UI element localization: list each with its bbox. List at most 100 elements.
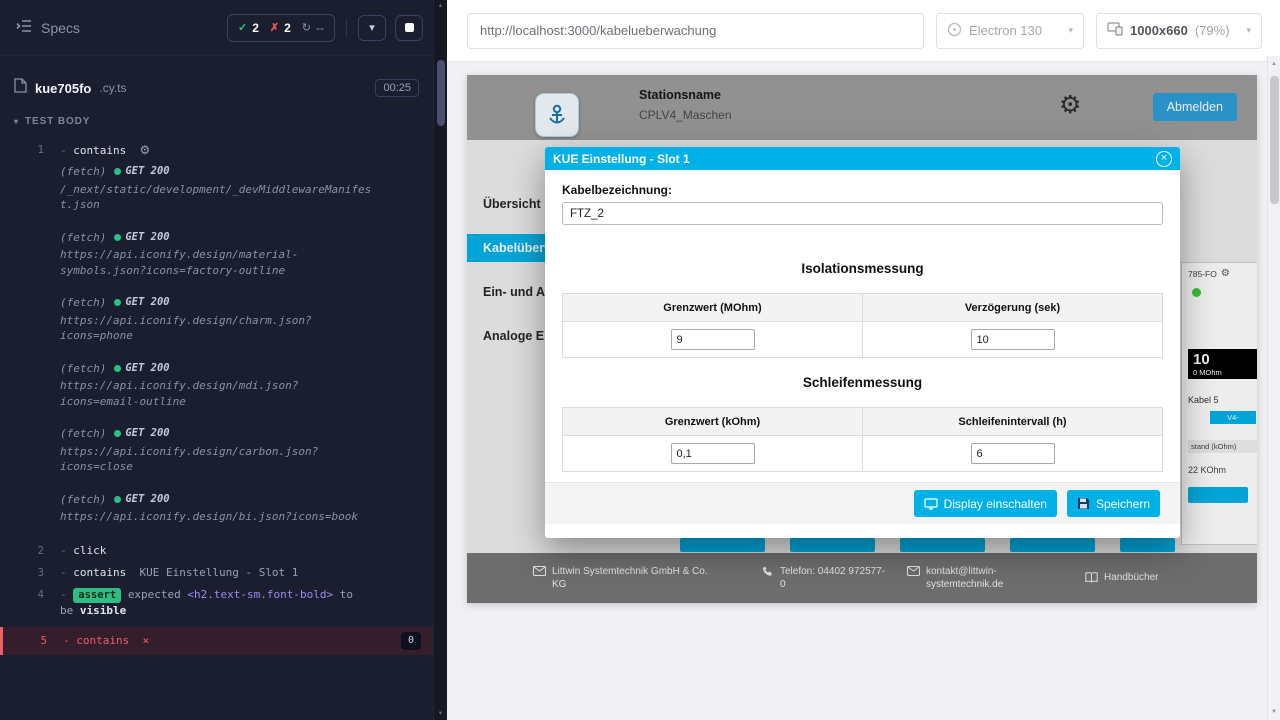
fetch-log-1[interactable]: (fetch)GET 200 /_next/static/development… [0, 162, 433, 228]
command-contains-failed[interactable]: 5 - contains × 0 [0, 627, 433, 655]
status-dot [114, 430, 121, 437]
speichern-button[interactable]: Speichern [1067, 490, 1160, 517]
fetch-url: https://api.iconify.design/charm.json?ic… [60, 313, 372, 344]
scroll-up-icon[interactable]: ▲ [434, 3, 447, 9]
specs-icon [16, 19, 32, 36]
specs-nav-button[interactable]: Specs [16, 19, 80, 36]
schleifenmessung-title: Schleifenmessung [562, 375, 1163, 390]
test-body-toggle[interactable]: ▾ TEST BODY [0, 108, 433, 134]
stat-passed: ✓2 [238, 21, 259, 35]
passed-count: 2 [252, 21, 259, 35]
close-icon[interactable]: × [1156, 151, 1172, 167]
spec-timer: 00:25 [375, 79, 419, 97]
url-input[interactable] [467, 13, 924, 49]
command-number: 5 [3, 633, 47, 649]
kabel-label: Kabelbezeichnung: [562, 183, 1163, 197]
scroll-down-icon[interactable]: ▼ [434, 711, 447, 717]
element-selector: <h2.text-sm.font-bold> [187, 588, 333, 601]
electron-icon [947, 22, 962, 40]
app-under-test: Stationsname CPLV4_Maschen ⚙ Abmelden Üb… [467, 75, 1257, 603]
run-stats[interactable]: ✓2 ✗2 ↻-- [227, 14, 335, 42]
save-icon [1077, 497, 1090, 510]
command-click[interactable]: 2 - click [0, 540, 433, 562]
spec-file-icon [14, 78, 27, 98]
kabelbezeichnung-input[interactable] [562, 202, 1163, 225]
command-log: 1 - contains ⚙ (fetch)GET 200 /_next/sta… [0, 134, 433, 655]
modal-header: KUE Einstellung - Slot 1 × [545, 147, 1180, 170]
divider [346, 18, 347, 38]
assert-badge: assert [73, 588, 121, 603]
command-message: × [142, 634, 149, 647]
column-header: Grenzwert (kOhm) [563, 408, 863, 436]
kue-settings-modal: KUE Einstellung - Slot 1 × Kabelbezeichn… [545, 147, 1180, 538]
failed-count: 2 [284, 21, 291, 35]
app-viewport: Stationsname CPLV4_Maschen ⚙ Abmelden Üb… [447, 62, 1267, 720]
spec-name: kue705fo [35, 81, 91, 96]
reporter-header: Specs ✓2 ✗2 ↻-- ▾ [0, 0, 433, 56]
grenzwert-kohm-input[interactable] [671, 443, 755, 464]
specs-label: Specs [41, 20, 80, 36]
fetch-url: https://api.iconify.design/mdi.json?icon… [60, 378, 372, 409]
command-number: 4 [0, 587, 44, 603]
fetch-log-6[interactable]: (fetch)GET 200 https://api.iconify.desig… [0, 490, 433, 540]
status-dot [114, 496, 121, 503]
display-einschalten-button[interactable]: Display einschalten [914, 490, 1057, 517]
modal-footer: Display einschalten Speichern [545, 482, 1180, 524]
cypress-window: Specs ✓2 ✗2 ↻-- ▾ kue705fo.cy.t [0, 0, 1280, 720]
status-dot [114, 365, 121, 372]
viewport-icon [1107, 22, 1123, 39]
scroll-up-icon[interactable]: ▲ [1268, 61, 1280, 67]
column-header: Grenzwert (MOhm) [563, 294, 863, 322]
spec-extension: .cy.ts [99, 81, 126, 95]
url-toolbar: Electron 130 ▾ 1000x660 (79%) ▾ [447, 0, 1280, 62]
gear-icon: ⚙ [139, 143, 150, 157]
collapse-button[interactable]: ▾ [358, 15, 386, 41]
viewport-size: 1000x660 [1130, 23, 1188, 38]
command-message: KUE Einstellung - Slot 1 [139, 566, 298, 579]
reporter-scrollbar-thumb[interactable] [437, 60, 445, 126]
retry-count-badge: 0 [401, 632, 421, 650]
aut-panel: Electron 130 ▾ 1000x660 (79%) ▾ [447, 0, 1280, 720]
command-contains-1[interactable]: 1 - contains ⚙ [0, 139, 433, 162]
command-number: 1 [0, 142, 44, 158]
browser-label: Electron 130 [969, 23, 1042, 38]
scroll-down-icon[interactable]: ▼ [1268, 709, 1280, 715]
chevron-down-icon: ▾ [1246, 25, 1251, 36]
column-header: Verzögerung (sek) [863, 294, 1163, 322]
window-scrollbar-thumb[interactable] [1270, 76, 1279, 204]
failed-icon: ✗ [270, 21, 279, 34]
pending-count: -- [316, 21, 324, 35]
fetch-log-2[interactable]: (fetch)GET 200 https://api.iconify.desig… [0, 228, 433, 294]
reporter-scrollbar[interactable]: ▲ ▼ [433, 0, 447, 720]
pending-icon: ↻ [302, 21, 311, 34]
viewport-zoom: (79%) [1195, 23, 1230, 38]
viewport-selector[interactable]: 1000x660 (79%) ▾ [1096, 13, 1262, 49]
spec-bar[interactable]: kue705fo .cy.ts 00:25 [0, 70, 433, 106]
chevron-down-icon: ▾ [369, 21, 375, 34]
verzoegerung-sek-input[interactable] [971, 329, 1055, 350]
stat-pending: ↻ -- [302, 21, 324, 35]
stat-failed: ✗2 [270, 21, 291, 35]
fetch-url: https://api.iconify.design/material-symb… [60, 247, 372, 278]
status-dot [114, 234, 121, 241]
passed-icon: ✓ [238, 21, 247, 34]
browser-selector[interactable]: Electron 130 ▾ [936, 13, 1084, 49]
stop-icon [405, 23, 414, 32]
grenzwert-mohm-input[interactable] [671, 329, 755, 350]
schleifenintervall-input[interactable] [971, 443, 1055, 464]
fetch-log-3[interactable]: (fetch)GET 200 https://api.iconify.desig… [0, 293, 433, 359]
isolationsmessung-title: Isolationsmessung [562, 261, 1163, 276]
status-dot [114, 168, 121, 175]
status-dot [114, 299, 121, 306]
command-number: 2 [0, 543, 44, 559]
command-assert[interactable]: 4 - assert expected <h2.text-sm.font-bol… [0, 584, 433, 622]
stop-button[interactable] [395, 15, 423, 41]
command-number: 3 [0, 565, 44, 581]
window-scrollbar[interactable]: ▲ ▼ [1267, 56, 1280, 720]
fetch-url: /_next/static/development/_devMiddleware… [60, 182, 372, 213]
fetch-log-5[interactable]: (fetch)GET 200 https://api.iconify.desig… [0, 424, 433, 490]
modal-title: KUE Einstellung - Slot 1 [553, 152, 690, 166]
fetch-log-4[interactable]: (fetch)GET 200 https://api.iconify.desig… [0, 359, 433, 425]
cypress-reporter: Specs ✓2 ✗2 ↻-- ▾ kue705fo.cy.t [0, 0, 447, 720]
command-contains-2[interactable]: 3 - contains KUE Einstellung - Slot 1 [0, 562, 433, 584]
